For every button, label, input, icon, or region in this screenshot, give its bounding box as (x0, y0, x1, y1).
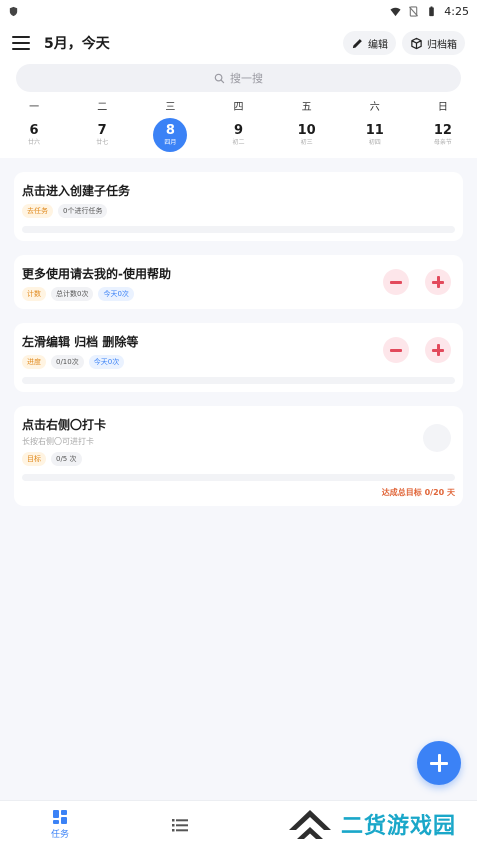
day-number: 7 (97, 123, 107, 138)
page-title: 5月，今天 (44, 36, 110, 52)
decrement-button[interactable] (383, 269, 409, 295)
search-container: 搜一搜 (0, 64, 477, 96)
task-type-tag: 进度 (22, 355, 46, 369)
status-bar: 4:25 (0, 0, 477, 22)
minus-icon (390, 280, 402, 284)
pencil-icon (352, 38, 362, 48)
watermark-logo: 二货游戏园 (285, 800, 477, 848)
shield-icon (9, 6, 18, 16)
minus-icon (390, 348, 402, 352)
top-app-bar: 5月，今天 编辑 归档箱 (0, 22, 477, 64)
archive-label: 归档箱 (427, 39, 457, 51)
lunar-date: 母亲节 (433, 139, 452, 146)
weekday-label: 一 (29, 102, 40, 113)
day-number: 10 (297, 123, 316, 138)
weekday-label: 日 (437, 102, 448, 113)
task-list: 点击进入创建子任务 去任务 0个进行任务 更多使用请去我的-使用帮助 计数 总计… (0, 158, 477, 506)
no-sim-icon (409, 5, 419, 17)
weekday-label: 二 (97, 102, 108, 113)
weekday-label: 三 (165, 102, 176, 113)
task-card[interactable]: 左滑编辑 归档 删除等 进度 0/10次 今天0次 (14, 323, 463, 392)
progress-track (22, 474, 455, 481)
task-title: 点击进入创建子任务 (22, 184, 131, 198)
box-icon (411, 37, 422, 49)
lunar-date: 初三 (300, 139, 313, 146)
list-icon (172, 818, 188, 831)
progress-track (22, 226, 455, 233)
nav-list[interactable] (120, 801, 240, 848)
archive-button[interactable]: 归档箱 (402, 31, 465, 55)
status-time: 4:25 (444, 4, 469, 18)
week-strip: 一 6 廿六 二 7 廿七 三 8 四月 四 9 初二 五 10 初三 六 11 初四 日 … (0, 96, 477, 158)
task-stat-tag: 0个进行任务 (58, 204, 108, 218)
lunar-date: 廿六 (28, 139, 41, 146)
task-card[interactable]: 更多使用请去我的-使用帮助 计数 总计数0次 今天0次 (14, 255, 463, 309)
task-title: 点击右侧〇打卡 (22, 418, 107, 432)
task-card[interactable]: 点击右侧〇打卡 长按右侧〇可进打卡 目标 0/5 次 达成总目标 0/20 天 (14, 406, 463, 506)
chevron-up-logo-icon (289, 810, 331, 839)
day-tue[interactable]: 二 7 廿七 (68, 100, 136, 152)
day-number: 11 (365, 123, 384, 138)
nav-tasks[interactable]: 任务 (0, 801, 120, 848)
task-stat-tag: 0/10次 (51, 355, 84, 369)
task-type-tag: 计数 (22, 287, 46, 301)
increment-button[interactable] (425, 269, 451, 295)
task-stat-tag: 0/5 次 (51, 452, 82, 466)
task-today-tag: 今天0次 (88, 355, 125, 369)
day-number: 9 (233, 123, 243, 138)
search-placeholder: 搜一搜 (230, 72, 263, 85)
wifi-icon (390, 7, 401, 16)
decrement-button[interactable] (383, 337, 409, 363)
lunar-date: 四月 (164, 139, 177, 146)
edit-button[interactable]: 编辑 (343, 31, 396, 55)
day-number: 12 (433, 123, 452, 138)
plus-icon (432, 344, 444, 356)
search-input[interactable]: 搜一搜 (16, 64, 461, 92)
task-subtitle: 长按右侧〇可进打卡 (22, 437, 94, 446)
checkin-button[interactable] (423, 424, 451, 452)
day-sun[interactable]: 日 12 母亲节 (409, 100, 477, 152)
day-fri[interactable]: 五 10 初三 (273, 100, 341, 152)
watermark-text: 二货游戏园 (341, 814, 457, 839)
task-stat-tag: 总计数0次 (51, 287, 94, 301)
task-today-tag: 今天0次 (98, 287, 134, 301)
day-wed-selected[interactable]: 三 8 四月 (136, 100, 204, 152)
weekday-label: 四 (233, 102, 244, 113)
lunar-date: 廿七 (96, 139, 109, 146)
day-thu[interactable]: 四 9 初二 (204, 100, 272, 152)
day-mon[interactable]: 一 6 廿六 (0, 100, 68, 152)
task-type-tag: 目标 (22, 452, 46, 466)
search-icon (214, 73, 225, 83)
task-card[interactable]: 点击进入创建子任务 去任务 0个进行任务 (14, 172, 463, 241)
menu-icon[interactable] (12, 36, 30, 50)
progress-track (22, 377, 455, 384)
weekday-label: 五 (301, 102, 312, 113)
plus-icon (430, 754, 448, 772)
day-number: 8 (165, 123, 175, 138)
plus-icon (432, 276, 444, 288)
lunar-date: 初二 (232, 139, 245, 146)
battery-icon (429, 5, 435, 16)
add-task-button[interactable] (417, 741, 461, 785)
day-number: 6 (29, 123, 39, 138)
goal-summary: 达成总目标 0/20 天 (381, 488, 455, 497)
weekday-label: 六 (369, 102, 380, 113)
day-sat[interactable]: 六 11 初四 (341, 100, 409, 152)
increment-button[interactable] (425, 337, 451, 363)
task-type-tag: 去任务 (22, 204, 53, 218)
nav-tasks-label: 任务 (50, 830, 69, 840)
edit-label: 编辑 (368, 39, 388, 51)
grid-icon (53, 810, 67, 824)
lunar-date: 初四 (368, 139, 381, 146)
